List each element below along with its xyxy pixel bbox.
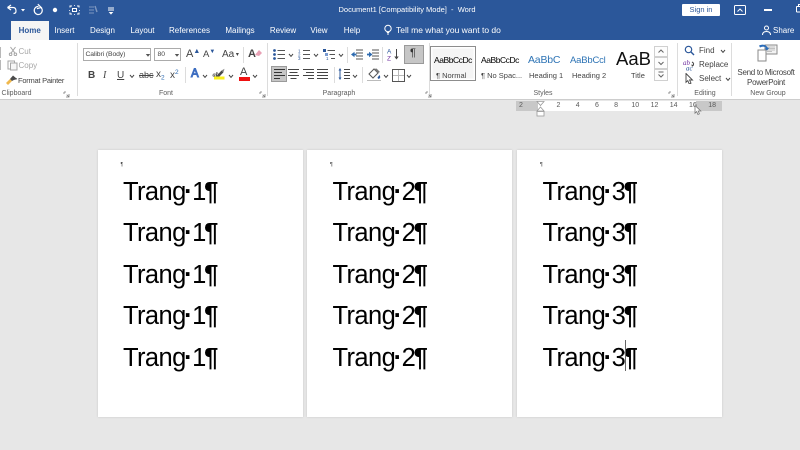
svg-text:3: 3 — [298, 56, 301, 60]
svg-text:Z: Z — [387, 56, 391, 62]
svg-text:A: A — [387, 49, 392, 56]
svg-text:1: 1 — [326, 56, 329, 60]
